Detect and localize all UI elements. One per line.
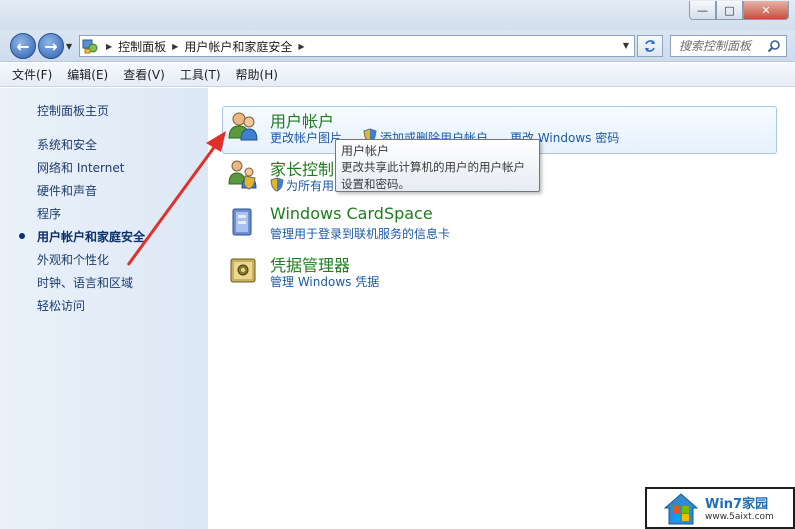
sidebar: 控制面板主页 系统和安全 网络和 Internet 硬件和声音 程序 用户帐户和… [0,88,208,529]
recent-pages-dropdown-icon[interactable]: ▼ [66,42,72,51]
house-logo-icon [663,493,699,525]
shield-icon [270,177,284,195]
tooltip: 用户帐户 更改共享此计算机的用户的用户帐户设置和密码。 [335,139,540,192]
address-bar[interactable]: ▶ 控制面板 ▶ 用户帐户和家庭安全 ▶ ▼ [79,35,635,57]
chevron-right-icon[interactable]: ▶ [172,42,178,51]
breadcrumb-control-panel[interactable]: 控制面板 [118,38,166,55]
forward-button[interactable]: → [38,33,64,59]
manage-windows-credentials-link[interactable]: 管理 Windows 凭据 [270,273,379,290]
sidebar-item-ease-of-access[interactable]: 轻松访问 [37,297,85,314]
users-icon[interactable] [227,110,259,142]
menu-view[interactable]: 查看(V) [123,66,165,83]
refresh-button[interactable] [637,35,663,57]
manage-info-cards-link[interactable]: 管理用于登录到联机服务的信息卡 [270,225,450,242]
sidebar-home-link[interactable]: 控制面板主页 [37,102,109,119]
chevron-right-icon[interactable]: ▶ [106,42,112,51]
menu-tools[interactable]: 工具(T) [180,66,221,83]
search-input[interactable] [679,39,767,53]
search-icon[interactable] [767,39,781,56]
cardspace-icon[interactable] [227,206,259,238]
chevron-right-icon[interactable]: ▶ [298,42,304,51]
close-button[interactable]: ✕ [743,1,789,20]
minimize-button[interactable]: — [689,1,716,20]
menu-bar: 文件(F) 编辑(E) 查看(V) 工具(T) 帮助(H) [0,63,795,87]
credential-manager-icon[interactable] [227,254,259,286]
change-account-picture-link[interactable]: 更改帐户图片 [270,129,342,146]
sidebar-item-clock-language[interactable]: 时钟、语言和区域 [37,274,133,291]
tooltip-body: 更改共享此计算机的用户的用户帐户设置和密码。 [341,160,525,191]
control-panel-icon [80,37,100,55]
cardspace-title[interactable]: Windows CardSpace [270,204,433,223]
window-controls: — □ ✕ [689,1,789,20]
sidebar-item-user-accounts[interactable]: 用户帐户和家庭安全 [37,228,145,245]
sidebar-item-hardware[interactable]: 硬件和声音 [37,182,97,199]
maximize-button[interactable]: □ [716,1,743,20]
menu-edit[interactable]: 编辑(E) [67,66,108,83]
sidebar-item-programs[interactable]: 程序 [37,205,61,222]
menu-help[interactable]: 帮助(H) [236,66,278,83]
parental-controls-setup-link[interactable]: 为所有用 [286,177,334,194]
active-bullet-icon [19,233,25,239]
tooltip-title: 用户帐户 [341,144,390,158]
parental-controls-icon[interactable] [227,158,259,190]
refresh-icon [645,40,655,52]
watermark-logo: Win7家园 www.5aixt.com [645,487,795,529]
search-box[interactable] [670,35,787,57]
watermark-title: Win7家园 [705,497,769,512]
address-dropdown-icon[interactable]: ▼ [623,41,629,50]
sidebar-item-appearance[interactable]: 外观和个性化 [37,251,109,268]
watermark-url: www.5aixt.com [705,512,774,522]
breadcrumb-user-accounts[interactable]: 用户帐户和家庭安全 [184,38,292,55]
navigation-bar: ← → ▼ ▶ 控制面板 ▶ 用户帐户和家庭安全 ▶ ▼ [0,30,795,62]
sidebar-item-network[interactable]: 网络和 Internet [37,159,124,176]
title-bar: — □ ✕ [0,0,795,30]
menu-file[interactable]: 文件(F) [12,66,52,83]
sidebar-item-system-security[interactable]: 系统和安全 [37,136,97,153]
back-button[interactable]: ← [10,33,36,59]
